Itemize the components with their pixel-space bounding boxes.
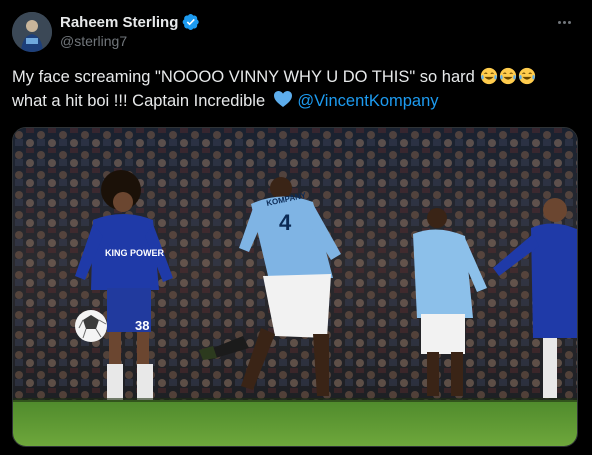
tweet-text: My face screaming "NOOOO VINNY WHY U DO … <box>12 66 582 113</box>
more-options-button[interactable] <box>552 12 576 32</box>
tweet: Raheem Sterling @sterling7 My face screa… <box>0 0 592 455</box>
left-player-sponsor: KING POWER <box>105 248 165 258</box>
display-name[interactable]: Raheem Sterling <box>60 14 178 31</box>
ball <box>75 310 107 342</box>
football-photo-icon: KING POWER 38 KOMPANY 4 <box>13 128 577 446</box>
verified-badge-icon <box>183 13 200 31</box>
name-row: Raheem Sterling <box>60 13 200 31</box>
left-player-number: 38 <box>135 318 149 333</box>
profile-photo-icon <box>12 12 52 52</box>
ellipsis-icon <box>557 20 561 24</box>
blue-heart-icon <box>273 91 292 107</box>
face-with-tears-of-joy-icon <box>500 67 517 85</box>
face-with-tears-of-joy-icon <box>519 67 536 85</box>
tweet-media-photo[interactable]: KING POWER 38 KOMPANY 4 <box>12 127 578 447</box>
face-with-tears-of-joy-icon <box>481 67 498 85</box>
avatar[interactable] <box>12 12 52 52</box>
tweet-text-line-2: what a hit boi !!! Captain Incredible @V… <box>12 89 582 113</box>
tweet-text-line-1: My face screaming "NOOOO VINNY WHY U DO … <box>12 66 582 89</box>
handle[interactable]: @sterling7 <box>60 33 127 49</box>
tweet-text-line-1-text: My face screaming "NOOOO VINNY WHY U DO … <box>12 68 475 86</box>
tweet-text-line-2-text: what a hit boi !!! Captain Incredible <box>12 92 266 110</box>
mention-link[interactable]: @VincentKompany <box>297 92 438 110</box>
center-player-number: 4 <box>279 210 292 235</box>
